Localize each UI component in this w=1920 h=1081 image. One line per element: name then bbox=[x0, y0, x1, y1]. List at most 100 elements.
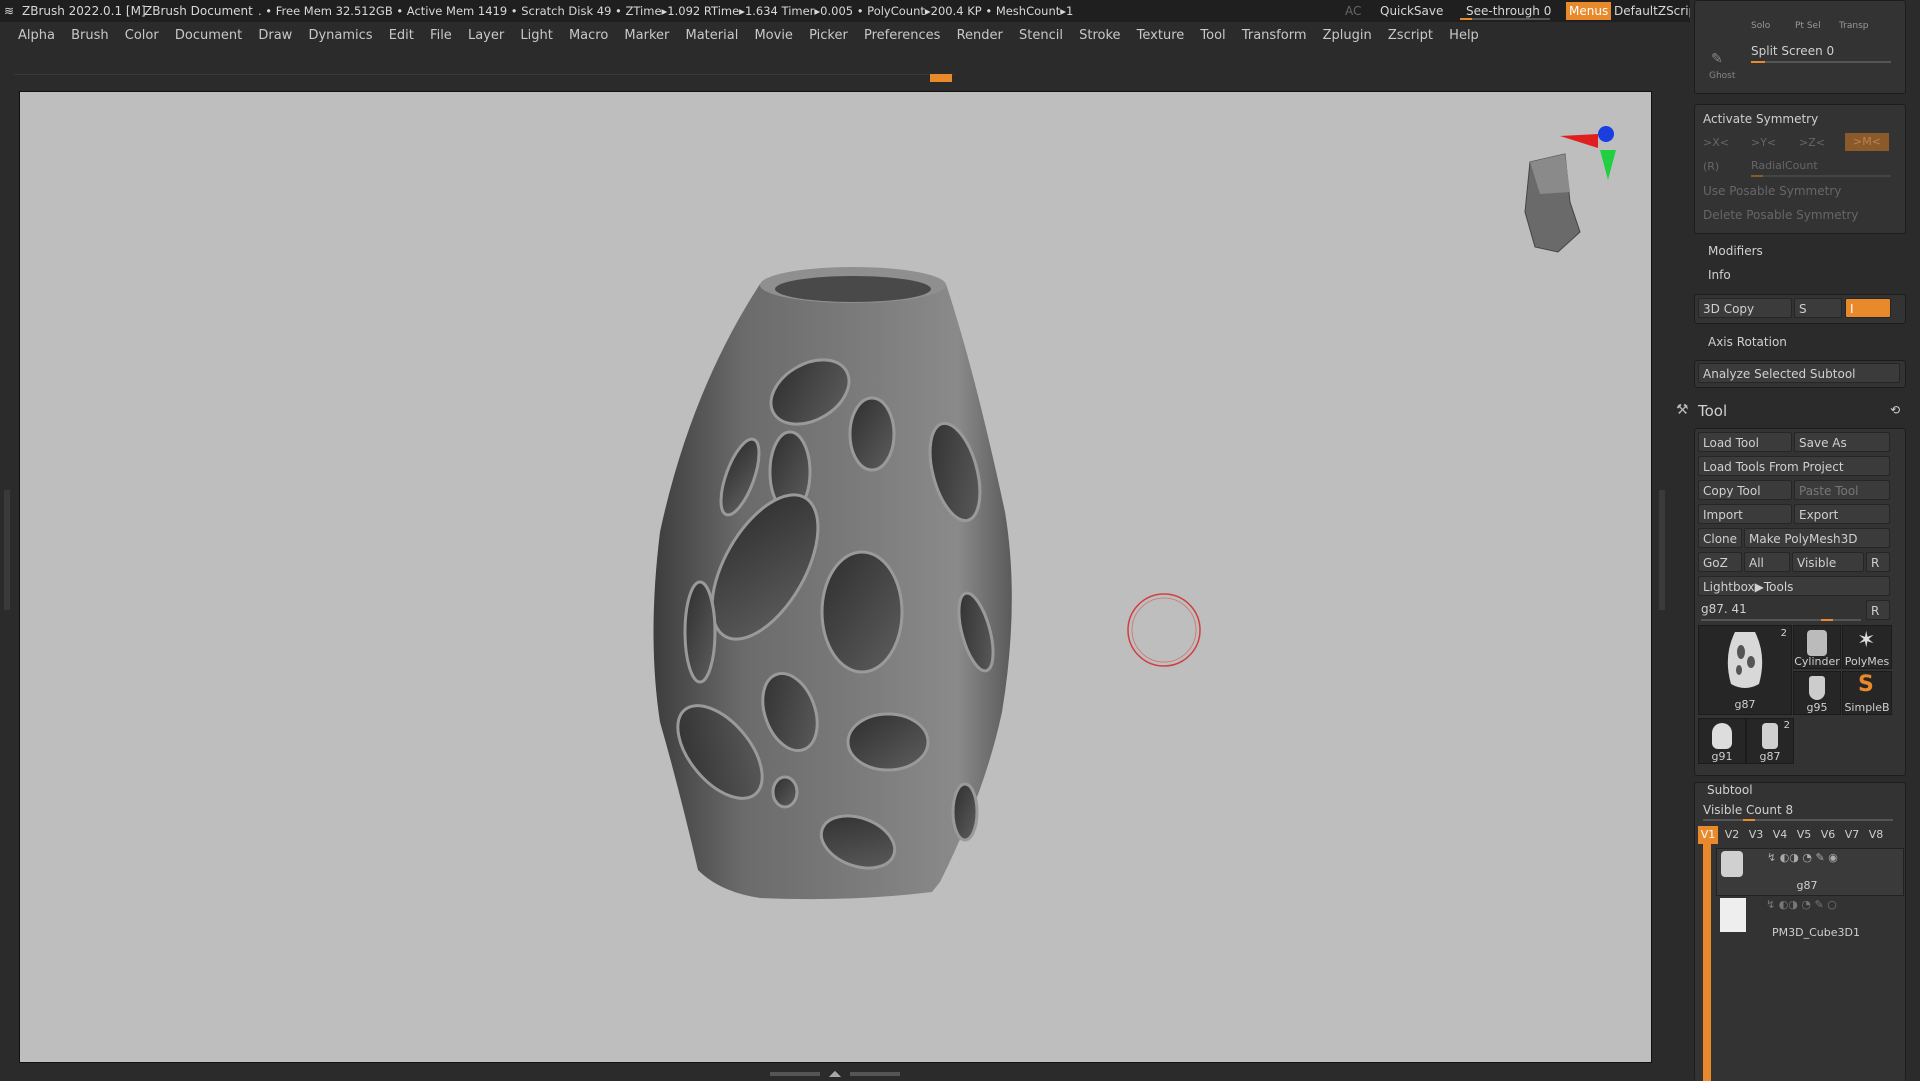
radial-count-slider[interactable]: RadialCount bbox=[1751, 159, 1818, 172]
menu-draw[interactable]: Draw bbox=[258, 28, 292, 43]
activate-symmetry-button[interactable]: Activate Symmetry bbox=[1703, 112, 1818, 126]
analyze-selected-subtool-button[interactable]: Analyze Selected Subtool bbox=[1698, 363, 1900, 383]
left-tray-handle[interactable] bbox=[4, 490, 10, 610]
goz-button[interactable]: GoZ bbox=[1698, 552, 1742, 572]
menu-marker[interactable]: Marker bbox=[624, 28, 669, 43]
right-tray-handle[interactable] bbox=[1659, 490, 1665, 610]
goz-r-button[interactable]: R bbox=[1866, 552, 1890, 572]
menu-help[interactable]: Help bbox=[1449, 28, 1479, 43]
menu-brush[interactable]: Brush bbox=[71, 28, 109, 43]
subtool-toggle-icons[interactable]: ↯ ◐◑ ◔ ✎ ◉ bbox=[1767, 851, 1838, 864]
bottom-tray-handle[interactable]: ◢◣ bbox=[770, 1070, 900, 1078]
lightbox-tools-button[interactable]: Lightbox▶Tools bbox=[1698, 576, 1890, 596]
copy-tool-button[interactable]: Copy Tool bbox=[1698, 480, 1792, 500]
goz-visible-button[interactable]: Visible bbox=[1792, 552, 1864, 572]
subtool-toggle-icons[interactable]: ↯ ◐◑ ◔ ✎ ○ bbox=[1766, 898, 1837, 911]
tool-thumb-g95[interactable]: g95 bbox=[1793, 671, 1841, 715]
symmetry-z-button[interactable]: >Z< bbox=[1799, 136, 1825, 149]
timeline-strip[interactable] bbox=[14, 74, 954, 81]
make-polymesh3d-button[interactable]: Make PolyMesh3D bbox=[1744, 528, 1890, 548]
use-posable-symmetry-button[interactable]: Use Posable Symmetry bbox=[1703, 184, 1841, 198]
menu-render[interactable]: Render bbox=[957, 28, 1003, 43]
menu-edit[interactable]: Edit bbox=[389, 28, 414, 43]
menu-stencil[interactable]: Stencil bbox=[1019, 28, 1063, 43]
import-button[interactable]: Import bbox=[1698, 504, 1792, 524]
current-tool-slider[interactable]: g87. 41 bbox=[1701, 602, 1747, 616]
load-tools-from-project-button[interactable]: Load Tools From Project bbox=[1698, 456, 1890, 476]
symmetry-y-button[interactable]: >Y< bbox=[1751, 136, 1776, 149]
default-zscript-button[interactable]: DefaultZScript bbox=[1614, 4, 1701, 18]
menu-color[interactable]: Color bbox=[125, 28, 159, 43]
menu-macro[interactable]: Macro bbox=[569, 28, 608, 43]
ghost-button[interactable]: Ghost bbox=[1709, 71, 1735, 81]
visibility-tab-v6[interactable]: V6 bbox=[1818, 826, 1838, 844]
save-as-button[interactable]: Save As bbox=[1794, 432, 1890, 452]
solo-button[interactable]: Solo bbox=[1751, 21, 1770, 31]
canvas-viewport[interactable] bbox=[19, 91, 1652, 1063]
menu-document[interactable]: Document bbox=[175, 28, 242, 43]
load-tool-button[interactable]: Load Tool bbox=[1698, 432, 1792, 452]
visibility-tab-v8[interactable]: V8 bbox=[1866, 826, 1886, 844]
visibility-tab-v4[interactable]: V4 bbox=[1770, 826, 1790, 844]
tool-thumb-cylinder[interactable]: Cylinder bbox=[1793, 625, 1841, 669]
info-header[interactable]: Info bbox=[1708, 268, 1731, 282]
subtool-row[interactable]: ↯ ◐◑ ◔ ✎ ○ PM3D_Cube3D1 bbox=[1716, 896, 1902, 940]
tool-thumb-simplebrush[interactable]: S SimpleB bbox=[1842, 671, 1892, 715]
delete-posable-symmetry-button[interactable]: Delete Posable Symmetry bbox=[1703, 208, 1858, 222]
menu-stroke[interactable]: Stroke bbox=[1079, 28, 1120, 43]
orientation-gizmo-icon[interactable] bbox=[1524, 126, 1616, 253]
copy3d-s-button[interactable]: S bbox=[1794, 298, 1842, 318]
menu-file[interactable]: File bbox=[430, 28, 452, 43]
split-screen-slider[interactable]: Split Screen 0 bbox=[1751, 44, 1834, 58]
menu-picker[interactable]: Picker bbox=[809, 28, 848, 43]
see-through-slider[interactable]: See-through 0 bbox=[1466, 4, 1551, 18]
visible-count-slider[interactable]: Visible Count 8 bbox=[1703, 803, 1793, 817]
transp-button[interactable]: Transp bbox=[1839, 21, 1869, 31]
paste-tool-button[interactable]: Paste Tool bbox=[1794, 480, 1890, 500]
export-button[interactable]: Export bbox=[1794, 504, 1890, 524]
copy3d-i-button[interactable]: I bbox=[1845, 298, 1891, 318]
menu-dynamics[interactable]: Dynamics bbox=[308, 28, 372, 43]
visibility-tab-v5[interactable]: V5 bbox=[1794, 826, 1814, 844]
subtool-row[interactable]: ↯ ◐◑ ◔ ✎ ◉ g87 bbox=[1716, 848, 1904, 896]
symmetry-m-button[interactable]: >M< bbox=[1845, 133, 1889, 151]
subtool-scrollbar[interactable] bbox=[1703, 827, 1711, 1081]
tool-palette-title[interactable]: Tool bbox=[1698, 402, 1727, 420]
modifiers-header[interactable]: Modifiers bbox=[1708, 244, 1763, 258]
menu-movie[interactable]: Movie bbox=[754, 28, 792, 43]
menu-material[interactable]: Material bbox=[686, 28, 739, 43]
menu-transform[interactable]: Transform bbox=[1242, 28, 1307, 43]
refresh-icon[interactable]: ⟲ bbox=[1890, 403, 1900, 417]
tool-r-button[interactable]: R bbox=[1866, 600, 1890, 620]
visibility-tab-v2[interactable]: V2 bbox=[1722, 826, 1742, 844]
ac-button[interactable]: AC bbox=[1345, 4, 1361, 18]
menu-zscript[interactable]: Zscript bbox=[1388, 28, 1433, 43]
tool-thumb-g87-small[interactable]: 2 g87 bbox=[1746, 718, 1794, 764]
quicksave-button[interactable]: QuickSave bbox=[1380, 4, 1443, 18]
3d-copy-button[interactable]: 3D Copy bbox=[1698, 298, 1792, 318]
visibility-tab-v7[interactable]: V7 bbox=[1842, 826, 1862, 844]
menu-texture[interactable]: Texture bbox=[1137, 28, 1185, 43]
symmetry-r-button[interactable]: (R) bbox=[1703, 160, 1719, 173]
tool-thumb-polymesh[interactable]: ✶ PolyMes bbox=[1842, 625, 1892, 669]
menu-light[interactable]: Light bbox=[520, 28, 552, 43]
clone-button[interactable]: Clone bbox=[1698, 528, 1742, 548]
timeline-marker[interactable] bbox=[930, 74, 952, 82]
visibility-tab-v3[interactable]: V3 bbox=[1746, 826, 1766, 844]
menu-tool[interactable]: Tool bbox=[1200, 28, 1225, 43]
symmetry-x-button[interactable]: >X< bbox=[1703, 136, 1729, 149]
goz-all-button[interactable]: All bbox=[1744, 552, 1790, 572]
tool-thumb-g87-large[interactable]: 2 g87 bbox=[1698, 625, 1792, 715]
subtool-header[interactable]: Subtool bbox=[1707, 783, 1753, 797]
menus-button[interactable]: Menus bbox=[1566, 2, 1612, 20]
ghost-icon[interactable]: ✎ bbox=[1711, 51, 1723, 67]
sculpt-canvas[interactable] bbox=[20, 92, 1651, 1062]
tool-thumb-g91[interactable]: g91 bbox=[1698, 718, 1746, 764]
axis-rotation-header[interactable]: Axis Rotation bbox=[1708, 335, 1787, 349]
menu-preferences[interactable]: Preferences bbox=[864, 28, 940, 43]
pt-sel-button[interactable]: Pt Sel bbox=[1795, 21, 1821, 31]
menu-zplugin[interactable]: Zplugin bbox=[1323, 28, 1372, 43]
visibility-tab-v1[interactable]: V1 bbox=[1698, 826, 1718, 844]
menu-layer[interactable]: Layer bbox=[468, 28, 504, 43]
menu-alpha[interactable]: Alpha bbox=[18, 28, 55, 43]
